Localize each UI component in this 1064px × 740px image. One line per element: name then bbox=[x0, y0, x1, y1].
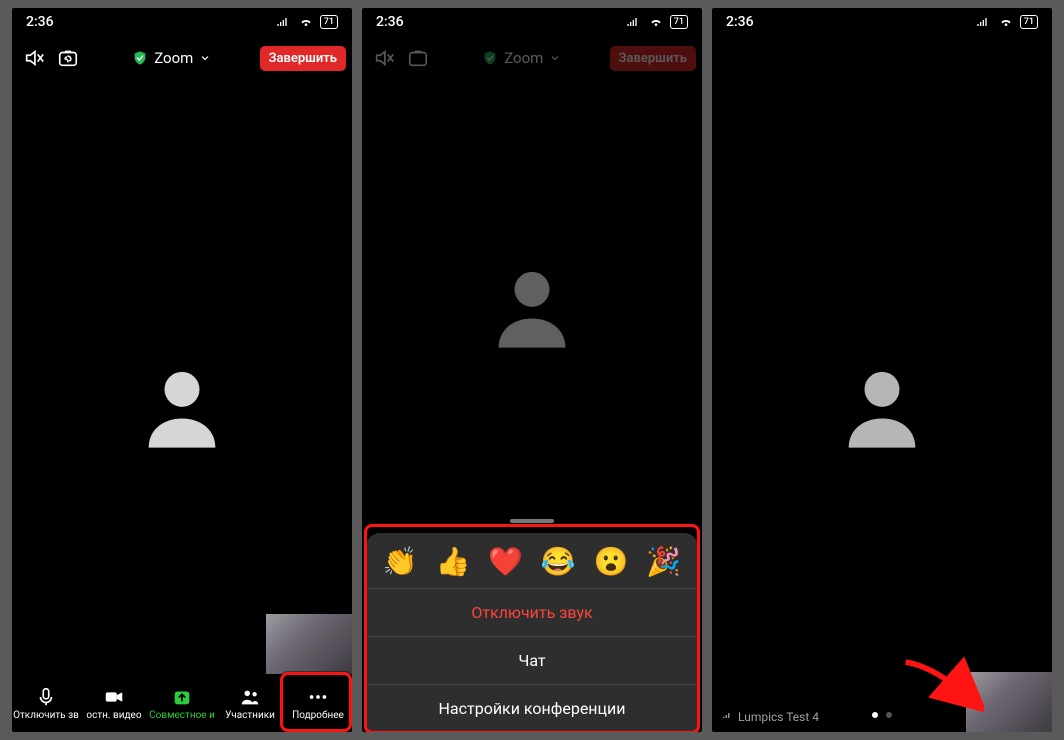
signal-icon bbox=[276, 16, 292, 28]
reaction-thumbs-up[interactable]: 👍 bbox=[436, 545, 471, 578]
more-button[interactable]: Подробнее bbox=[286, 686, 350, 721]
end-call-button[interactable]: Завершить bbox=[260, 46, 346, 71]
panel-1: 2:36 71 Zoom Завершить Отключить bbox=[12, 8, 352, 732]
reaction-badge: 👍 bbox=[949, 669, 976, 694]
status-right: 71 bbox=[976, 15, 1038, 29]
status-bar: 2:36 71 bbox=[12, 8, 352, 36]
battery-indicator: 71 bbox=[670, 15, 688, 29]
self-preview[interactable] bbox=[266, 614, 352, 674]
meeting-title: Zoom bbox=[154, 49, 193, 67]
signal-icon bbox=[976, 16, 992, 28]
signal-icon bbox=[626, 16, 642, 28]
speaker-off-button bbox=[368, 42, 400, 74]
status-time: 2:36 bbox=[726, 14, 754, 30]
reaction-clap[interactable]: 👏 bbox=[383, 545, 418, 578]
meeting-bottombar: Отключить зв остн. видео Совместное и Уч… bbox=[12, 674, 352, 732]
meeting-settings-item[interactable]: Настройки конференции bbox=[366, 684, 698, 732]
participant-name-overlay: Lumpics Test 4 bbox=[722, 710, 819, 724]
panel-2: 2:36 71 Zoom Завершить 👏 👍 bbox=[362, 8, 702, 732]
participant-avatar-icon bbox=[832, 356, 932, 456]
meeting-title-tap[interactable]: Zoom bbox=[84, 49, 260, 67]
mute-button[interactable]: Отключить зв bbox=[14, 686, 78, 721]
main-video[interactable] bbox=[712, 80, 1052, 732]
speaker-off-button[interactable] bbox=[18, 42, 50, 74]
panel-3: 2:36 71 👍 Lumpics Test 4 bbox=[712, 8, 1052, 732]
self-preview[interactable] bbox=[966, 672, 1052, 732]
status-right: 71 bbox=[626, 15, 688, 29]
shield-check-icon bbox=[132, 50, 148, 66]
chevron-down-icon bbox=[549, 52, 561, 64]
participant-avatar-icon bbox=[482, 256, 582, 356]
meeting-title: Zoom bbox=[504, 49, 543, 67]
share-button[interactable]: Совместное и bbox=[150, 686, 214, 721]
page-indicator[interactable] bbox=[872, 712, 892, 718]
switch-camera-button[interactable] bbox=[52, 42, 84, 74]
status-right: 71 bbox=[276, 15, 338, 29]
stop-video-button[interactable]: остн. видео bbox=[82, 686, 146, 721]
people-icon bbox=[239, 686, 261, 708]
battery-indicator: 71 bbox=[320, 15, 338, 29]
reaction-heart[interactable]: ❤️ bbox=[488, 545, 523, 578]
wifi-icon bbox=[298, 16, 314, 28]
page-dot-1 bbox=[872, 712, 878, 718]
status-time: 2:36 bbox=[26, 14, 54, 30]
signal-small-icon bbox=[722, 711, 734, 723]
reaction-row: 👏 👍 ❤️ 😂 😮 🎉 bbox=[366, 533, 698, 588]
share-screen-icon bbox=[171, 686, 193, 708]
meeting-topbar-dimmed: Zoom Завершить bbox=[362, 36, 702, 80]
sheet-grip[interactable] bbox=[510, 519, 554, 523]
main-video[interactable] bbox=[362, 80, 702, 532]
participant-avatar-icon bbox=[132, 356, 232, 456]
shield-check-icon bbox=[482, 50, 498, 66]
reaction-tada[interactable]: 🎉 bbox=[646, 545, 681, 578]
more-horizontal-icon bbox=[307, 686, 329, 708]
page-dot-2 bbox=[886, 712, 892, 718]
wifi-icon bbox=[648, 16, 664, 28]
disconnect-audio-item[interactable]: Отключить звук bbox=[366, 588, 698, 636]
reaction-wow[interactable]: 😮 bbox=[594, 545, 629, 578]
video-camera-icon bbox=[103, 686, 125, 708]
meeting-topbar: Zoom Завершить bbox=[12, 36, 352, 80]
status-bar: 2:36 71 bbox=[362, 8, 702, 36]
chevron-down-icon bbox=[199, 52, 211, 64]
more-actions-sheet: 👏 👍 ❤️ 😂 😮 🎉 Отключить звук Чат Настройк… bbox=[366, 533, 698, 732]
microphone-icon bbox=[35, 686, 57, 708]
participants-button[interactable]: Участники bbox=[218, 686, 282, 721]
status-time: 2:36 bbox=[376, 14, 404, 30]
switch-camera-button bbox=[402, 42, 434, 74]
chat-item[interactable]: Чат bbox=[366, 636, 698, 684]
reaction-joy[interactable]: 😂 bbox=[541, 545, 576, 578]
battery-indicator: 71 bbox=[1020, 15, 1038, 29]
end-call-button: Завершить bbox=[610, 46, 696, 71]
wifi-icon bbox=[998, 16, 1014, 28]
status-bar: 2:36 71 bbox=[712, 8, 1052, 36]
